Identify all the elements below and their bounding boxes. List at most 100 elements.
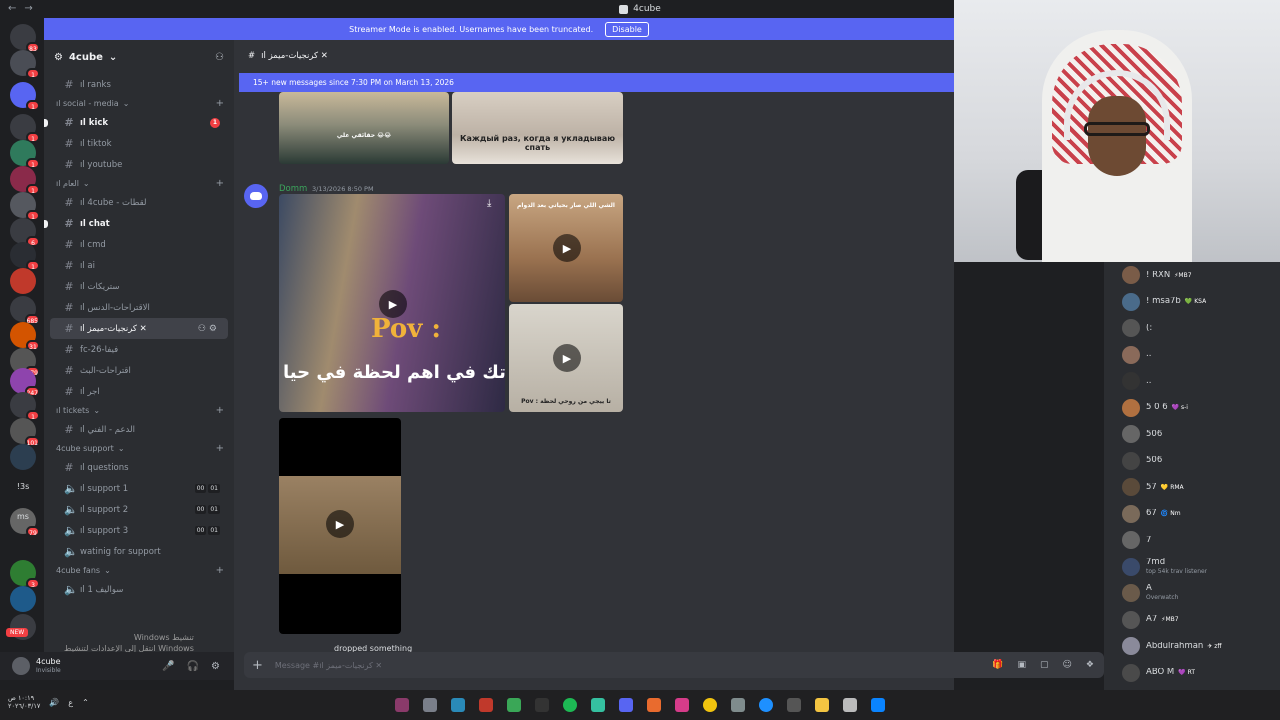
member-item[interactable]: 7 xyxy=(1104,527,1280,554)
channel-item[interactable]: # ıl الاقتراحات-الدنس xyxy=(50,297,228,318)
server-icon[interactable]: 1 xyxy=(10,192,40,221)
chevron-up-icon[interactable]: ⌃ xyxy=(82,698,89,707)
taskbar-snapchat-icon[interactable] xyxy=(703,698,717,712)
video-attachment[interactable]: الشي اللي صار بحياتي بعد الدوام ▶ xyxy=(509,194,623,302)
taskbar-settings-icon[interactable] xyxy=(423,698,437,712)
add-user-icon[interactable]: ⚇ xyxy=(198,324,209,334)
download-icon[interactable]: ⤓ xyxy=(487,198,491,209)
author-avatar[interactable] xyxy=(244,184,268,208)
server-icon[interactable] xyxy=(10,444,36,470)
play-icon[interactable]: ▶ xyxy=(553,234,581,262)
user-info[interactable]: 4cube Invisible xyxy=(36,657,61,675)
add-channel-icon[interactable]: + xyxy=(216,405,224,416)
channel-item[interactable]: 🔈 ıl سواليف 1 xyxy=(50,579,228,600)
member-item[interactable]: .. xyxy=(1104,342,1280,369)
server-text-icon[interactable]: ms xyxy=(8,512,38,521)
server-icon[interactable]: 1 xyxy=(10,50,40,79)
channel-item[interactable]: # ıl ai xyxy=(50,255,228,276)
channel-item[interactable]: # fc-26-فيفا xyxy=(50,339,228,360)
disable-streamer-button[interactable]: Disable xyxy=(605,21,649,37)
taskbar-obs-icon[interactable] xyxy=(479,698,493,712)
add-channel-icon[interactable]: + xyxy=(216,178,224,189)
sticker-icon[interactable]: ▢ xyxy=(1040,660,1049,670)
member-item[interactable]: ! RXN ⚡MB7 xyxy=(1104,262,1280,289)
server-icon[interactable]: 1 xyxy=(10,392,40,421)
category-header[interactable]: 4cube fans ⌄ + xyxy=(44,562,234,579)
server-icon[interactable]: 83 xyxy=(10,24,40,53)
member-item[interactable]: A7 ⚡MB7 xyxy=(1104,607,1280,634)
play-icon[interactable]: ▶ xyxy=(379,290,407,318)
server-text-icon[interactable]: !3s xyxy=(8,482,38,491)
message-composer[interactable]: + Message #ıl كرنجيات-ميمز ✕ 🎁 ▣ ▢ ☺ ❖ xyxy=(244,652,1104,678)
taskbar-start-icon[interactable] xyxy=(871,698,885,712)
channel-item[interactable]: 🔈 ıl support 3 00 01 xyxy=(50,520,228,541)
member-item[interactable]: 7md top 54k trav listener xyxy=(1104,554,1280,581)
taskbar-app-icon[interactable] xyxy=(787,698,801,712)
channel-item[interactable]: # ıl 4cube - لقطات xyxy=(50,192,228,213)
taskbar-chrome-icon[interactable] xyxy=(507,698,521,712)
taskbar-spotify-icon[interactable] xyxy=(563,698,577,712)
clock[interactable]: ١٠:١٩ ص ٢٠٢٦/٠٣/١٧ xyxy=(8,694,40,710)
new-messages-bar[interactable]: 15+ new messages since 7:30 PM on March … xyxy=(239,73,954,92)
category-header[interactable]: ıl العام ⌄ + xyxy=(44,175,234,192)
message-author[interactable]: Domm xyxy=(279,184,307,194)
server-icon[interactable] xyxy=(10,586,36,612)
member-item[interactable]: 57 💛 RMA xyxy=(1104,474,1280,501)
message-area[interactable]: حقائقي علي 😂😂 Каждый раз, когда я уклады… xyxy=(234,92,954,652)
channel-item[interactable]: # اقتراحات-البث xyxy=(50,360,228,381)
lang-indicator[interactable]: ع xyxy=(68,698,73,707)
video-attachment[interactable]: ▶ xyxy=(279,418,401,634)
add-channel-icon[interactable]: + xyxy=(216,565,224,576)
taskbar-terminal-icon[interactable] xyxy=(535,698,549,712)
member-item[interactable]: ABO M 💜 RT xyxy=(1104,660,1280,687)
taskbar-firefox-icon[interactable] xyxy=(647,698,661,712)
taskbar-app-icon[interactable] xyxy=(395,698,409,712)
channel-item[interactable]: # ıl الدعم - الفني xyxy=(50,419,228,440)
server-icon[interactable]: 247 xyxy=(10,368,40,397)
channel-item[interactable]: # ıl youtube xyxy=(50,154,228,175)
member-item[interactable]: Abdulrahman ✈ zff xyxy=(1104,633,1280,660)
server-icon[interactable]: 1 xyxy=(10,114,40,143)
composer-placeholder[interactable]: Message #ıl كرنجيات-ميمز ✕ xyxy=(275,661,382,670)
server-icon[interactable] xyxy=(10,268,36,294)
add-channel-icon[interactable]: + xyxy=(216,443,224,454)
channel-item[interactable]: # ıl chat xyxy=(44,213,228,234)
taskbar-app-icon[interactable] xyxy=(591,698,605,712)
emoji-icon[interactable]: ☺ xyxy=(1063,660,1072,670)
taskbar-edge-icon[interactable] xyxy=(759,698,773,712)
new-badge[interactable]: NEW xyxy=(6,628,29,637)
avatar[interactable] xyxy=(12,657,30,675)
member-item[interactable]: .. xyxy=(1104,368,1280,395)
taskbar-steam-icon[interactable] xyxy=(451,698,465,712)
member-item[interactable]: 67 🌀 Nm xyxy=(1104,501,1280,528)
volume-icon[interactable]: 🔊 xyxy=(49,698,59,707)
channel-item[interactable]: 🔈 watinig for support xyxy=(50,541,228,562)
channel-item[interactable]: # ıl cmd xyxy=(50,234,228,255)
member-item[interactable]: 5 0 6 💜 s-i xyxy=(1104,395,1280,422)
image-attachment[interactable]: Каждый раз, когда я укладываю спать xyxy=(452,92,623,164)
taskbar-explorer-icon[interactable] xyxy=(815,698,829,712)
headphones-icon[interactable]: 🎧 xyxy=(187,661,199,672)
server-icon[interactable]: 1 xyxy=(10,82,40,111)
channel-item[interactable]: 🔈 ıl support 1 00 01 xyxy=(50,478,228,499)
server-icon[interactable]: 101 xyxy=(10,418,40,447)
guild-header[interactable]: ⚙ 4cube ⌄ ⚇ xyxy=(44,40,234,74)
member-item[interactable]: 506 xyxy=(1104,448,1280,475)
channel-item[interactable]: # ıl اجر xyxy=(50,381,228,402)
history-nav-icons[interactable]: ←→ xyxy=(8,3,41,14)
gif-icon[interactable]: ▣ xyxy=(1018,660,1027,670)
video-attachment[interactable]: Pov : تا ييجي من روحي لحظة ▶ xyxy=(509,304,623,412)
category-header[interactable]: ıl tickets ⌄ + xyxy=(44,402,234,419)
server-icon[interactable]: 1 xyxy=(10,140,40,169)
settings-gear-icon[interactable]: ⚙ xyxy=(211,661,220,672)
server-icon[interactable]: 1 xyxy=(10,242,40,271)
channel-item[interactable]: # ıl ranks xyxy=(50,74,228,95)
member-item[interactable]: 506 xyxy=(1104,421,1280,448)
channel-settings-icon[interactable]: ⚙ xyxy=(209,324,220,334)
channel-item[interactable]: # ıl ستريكات xyxy=(50,276,228,297)
taskbar-app-icon[interactable] xyxy=(843,698,857,712)
member-item[interactable]: (: xyxy=(1104,315,1280,342)
member-item[interactable]: ! msa7b 💚 KSA xyxy=(1104,289,1280,316)
taskbar-instagram-icon[interactable] xyxy=(675,698,689,712)
category-header[interactable]: 4cube support ⌄ + xyxy=(44,440,234,457)
